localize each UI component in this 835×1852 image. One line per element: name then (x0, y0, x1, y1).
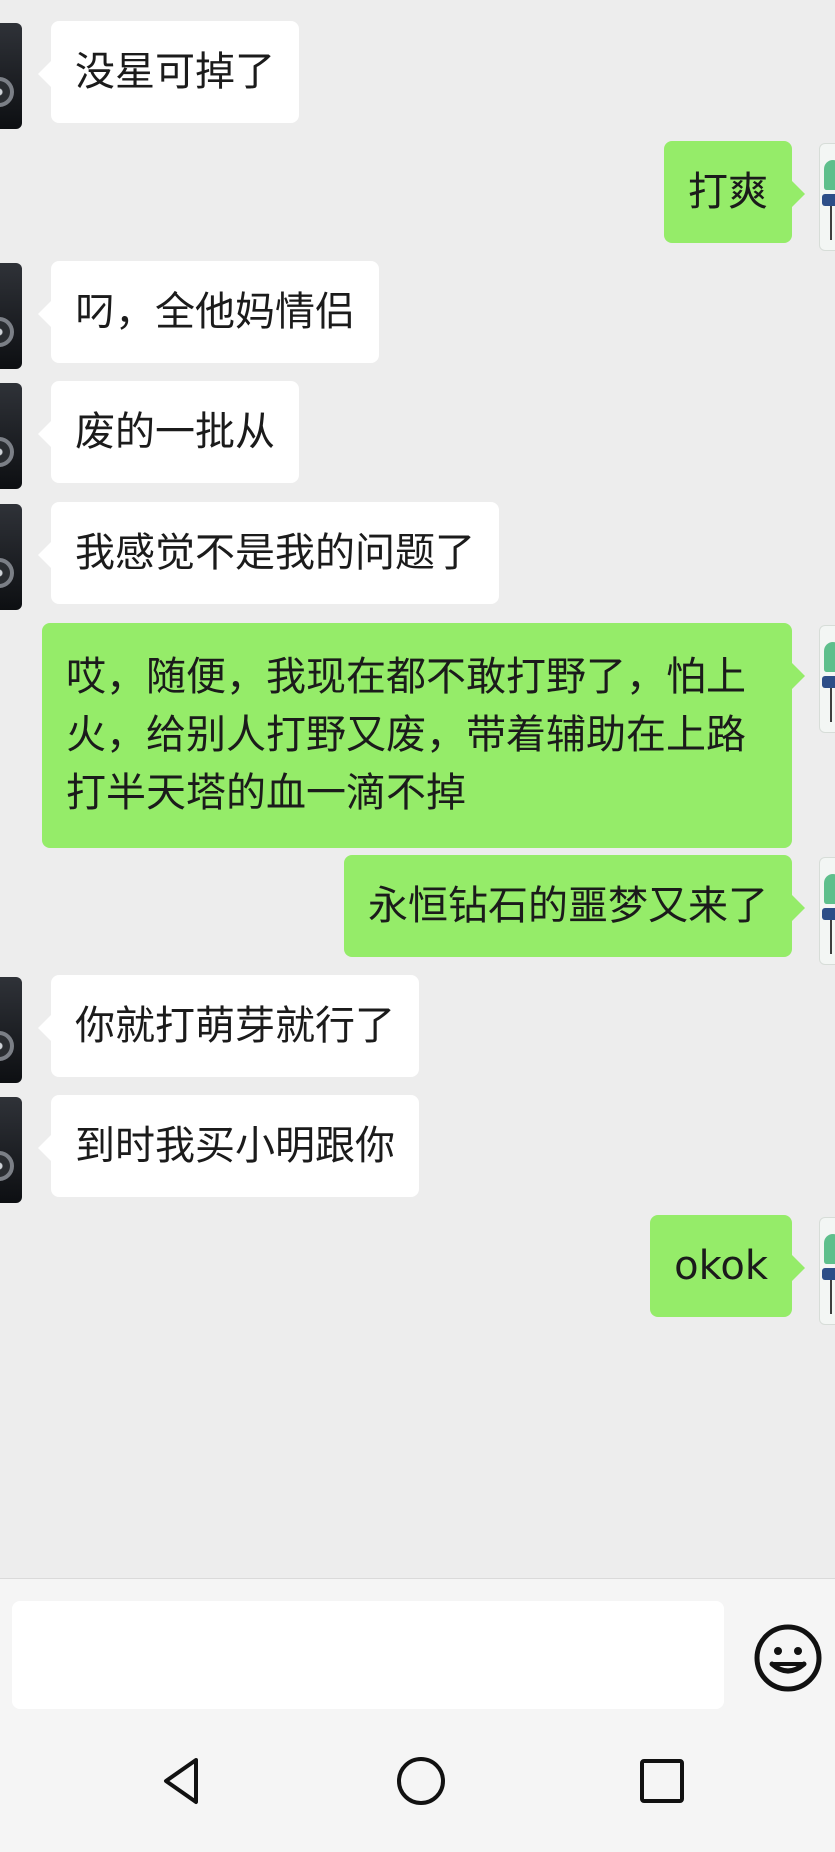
outgoing-message-bubble[interactable]: 哎，随便，我现在都不敢打野了，怕上火，给别人打野又废，带着辅助在上路打半天塔的血… (42, 623, 805, 848)
chat-message-list[interactable]: 没星可掉了 打爽 叼，全他妈情侣 废的一批从 我感觉不是我的问题了 哎，随便，我… (0, 0, 835, 1578)
message-row: 打爽 (0, 141, 835, 251)
incoming-message-bubble[interactable]: 你就打萌芽就行了 (38, 975, 419, 1077)
back-triangle-icon (164, 1758, 198, 1804)
home-button[interactable] (386, 1746, 456, 1816)
emoji-icon (754, 1624, 822, 1692)
message-row: 废的一批从 (0, 381, 835, 491)
emoji-button[interactable] (752, 1622, 824, 1694)
back-button[interactable] (148, 1746, 218, 1816)
contact-avatar[interactable] (0, 263, 22, 369)
outgoing-message-bubble[interactable]: 永恒钻石的噩梦又来了 (344, 855, 805, 957)
incoming-message-bubble[interactable]: 没星可掉了 (38, 21, 299, 123)
message-row: 叼，全他妈情侣 (0, 261, 835, 371)
user-avatar[interactable] (819, 143, 835, 251)
incoming-message-bubble[interactable]: 废的一批从 (38, 381, 299, 483)
incoming-message-bubble[interactable]: 叼，全他妈情侣 (38, 261, 379, 363)
message-row: 你就打萌芽就行了 (0, 975, 835, 1085)
recents-square-icon (640, 1759, 684, 1803)
incoming-message-bubble[interactable]: 我感觉不是我的问题了 (38, 502, 499, 604)
message-row: 哎，随便，我现在都不敢打野了，怕上火，给别人打野又废，带着辅助在上路打半天塔的血… (0, 623, 835, 848)
message-row: 永恒钻石的噩梦又来了 (0, 855, 835, 965)
home-circle-icon (397, 1757, 445, 1805)
system-navigation-bar (0, 1710, 835, 1852)
message-composer (0, 1578, 835, 1710)
contact-avatar[interactable] (0, 504, 22, 610)
user-avatar[interactable] (819, 625, 835, 733)
contact-avatar[interactable] (0, 23, 22, 129)
outgoing-message-bubble[interactable]: okok (650, 1215, 805, 1317)
message-row: 没星可掉了 (0, 21, 835, 131)
outgoing-message-bubble[interactable]: 打爽 (664, 141, 805, 243)
contact-avatar[interactable] (0, 383, 22, 489)
user-avatar[interactable] (819, 857, 835, 965)
user-avatar[interactable] (819, 1217, 835, 1325)
incoming-message-bubble[interactable]: 到时我买小明跟你 (38, 1095, 419, 1197)
message-row: 到时我买小明跟你 (0, 1095, 835, 1205)
message-row: 我感觉不是我的问题了 (0, 502, 835, 612)
contact-avatar[interactable] (0, 1097, 22, 1203)
message-input[interactable] (12, 1601, 724, 1709)
message-row: okok (0, 1215, 835, 1325)
recents-button[interactable] (627, 1746, 697, 1816)
contact-avatar[interactable] (0, 977, 22, 1083)
